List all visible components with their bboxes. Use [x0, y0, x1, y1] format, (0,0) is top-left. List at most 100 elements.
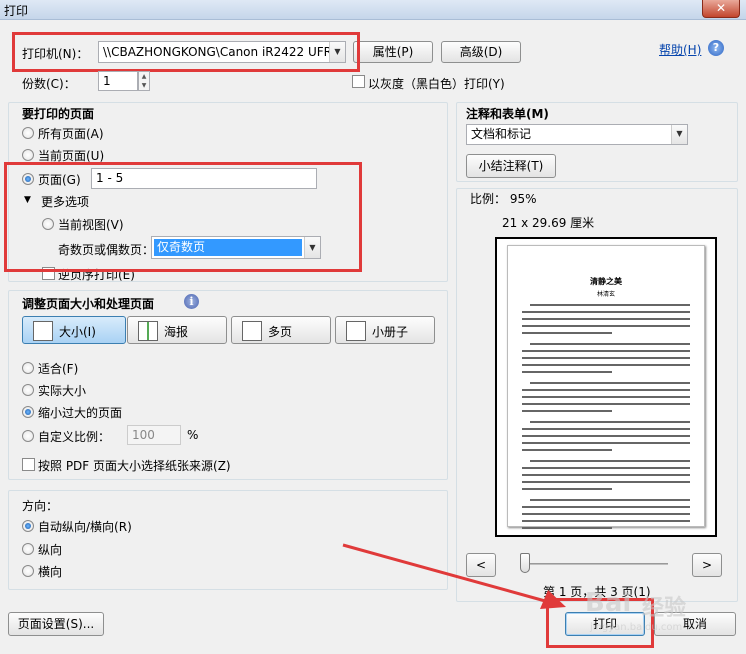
- close-button[interactable]: ✕: [702, 0, 740, 18]
- prev-page-button[interactable]: <: [466, 553, 496, 577]
- help-icon[interactable]: ?: [708, 40, 724, 56]
- preview-text-line: [522, 481, 690, 483]
- percent-label: %: [187, 428, 199, 442]
- preview-text-line: [530, 460, 690, 462]
- pages-heading: 要打印的页面: [22, 107, 95, 121]
- auto-orientation-label: 自动纵向/横向(R): [38, 520, 132, 534]
- booklet-tile[interactable]: 小册子: [335, 316, 435, 344]
- annotation-box-pages: [4, 162, 362, 272]
- fit-radio[interactable]: [22, 362, 34, 374]
- copies-input[interactable]: 1: [98, 71, 138, 91]
- page-slider-thumb[interactable]: [520, 553, 530, 573]
- preview-text-line: [530, 343, 690, 345]
- preview-text-line: [530, 304, 690, 306]
- preview-text-line: [522, 318, 690, 320]
- custom-scale-label: 自定义比例：: [38, 430, 111, 444]
- preview-text-line: [522, 389, 690, 391]
- comments-select[interactable]: 文档和标记 ▼: [466, 124, 688, 145]
- preview-text-line: [522, 428, 690, 430]
- summarize-comments-button[interactable]: 小结注释(T): [466, 154, 556, 178]
- paper-source-label: 按照 PDF 页面大小选择纸张来源(Z): [38, 459, 231, 473]
- copies-label: 份数(C)：: [22, 77, 76, 91]
- preview-text-line: [522, 364, 690, 366]
- preview-text-line: [522, 467, 690, 469]
- preview-text-line: [522, 520, 690, 522]
- preview-text-line: [522, 435, 690, 437]
- preview-page: 清静之美 林清玄: [507, 245, 705, 529]
- info-icon[interactable]: i: [184, 294, 199, 309]
- booklet-tile-label: 小册子: [372, 325, 409, 339]
- poster-tile[interactable]: 海报: [127, 316, 227, 344]
- preview-text-line: [522, 311, 690, 313]
- all-pages-label: 所有页面(A): [38, 127, 104, 141]
- portrait-radio[interactable]: [22, 543, 34, 555]
- preview-text-line: [530, 382, 690, 384]
- watermark-brand: Bai: [585, 588, 632, 618]
- preview-text-line: [522, 449, 612, 451]
- poster-icon: [138, 321, 158, 341]
- portrait-label: 纵向: [38, 543, 63, 557]
- watermark-brand-2: 经验: [642, 596, 687, 621]
- resize-arrows-icon: [33, 321, 53, 341]
- watermark-url: jingyan.baidu.com: [590, 622, 683, 633]
- preview-text-line: [522, 332, 612, 334]
- page-setup-button[interactable]: 页面设置(S)...: [8, 612, 104, 636]
- landscape-radio[interactable]: [22, 565, 34, 577]
- orientation-group: [8, 490, 448, 590]
- properties-button[interactable]: 属性(P): [353, 41, 433, 63]
- multiple-pages-icon: [242, 321, 262, 341]
- all-pages-radio[interactable]: [22, 127, 34, 139]
- comments-heading: 注释和表单(M): [466, 107, 549, 121]
- page-slider-track[interactable]: [520, 563, 668, 565]
- chevron-down-icon: ▼: [671, 125, 687, 144]
- preview-text-line: [522, 474, 690, 476]
- custom-scale-value: 100: [132, 428, 155, 442]
- preview-text-line: [530, 499, 690, 501]
- size-tile[interactable]: 大小(I): [22, 316, 126, 344]
- current-page-radio[interactable]: [22, 149, 34, 161]
- scale-label: 比例： 95%: [470, 192, 537, 206]
- preview-text-line: [522, 513, 690, 515]
- actual-size-radio[interactable]: [22, 384, 34, 396]
- shrink-oversized-radio[interactable]: [22, 406, 34, 418]
- auto-orientation-radio[interactable]: [22, 520, 34, 532]
- sizing-heading: 调整页面大小和处理页面: [22, 297, 155, 311]
- preview-text-line: [522, 396, 690, 398]
- orientation-heading: 方向：: [22, 499, 59, 513]
- title-bar: 打印 ✕: [0, 0, 746, 20]
- preview-text-line: [522, 488, 612, 490]
- copies-value: 1: [103, 74, 111, 88]
- paper-source-checkbox[interactable]: [22, 458, 35, 471]
- preview-frame: 清静之美 林清玄: [495, 237, 717, 537]
- actual-size-label: 实际大小: [38, 384, 87, 398]
- advanced-button[interactable]: 高级(D): [441, 41, 521, 63]
- preview-text-line: [522, 371, 612, 373]
- preview-text-line: [522, 506, 690, 508]
- multiple-tile-label: 多页: [268, 325, 293, 339]
- copies-spinner[interactable]: ▲ ▼: [138, 71, 150, 91]
- paper-size-label: 21 x 29.69 厘米: [502, 216, 595, 230]
- preview-doc-title: 清静之美: [590, 277, 622, 286]
- landscape-label: 横向: [38, 565, 63, 579]
- multiple-tile[interactable]: 多页: [231, 316, 331, 344]
- preview-doc-author: 林清玄: [596, 291, 615, 298]
- preview-text-line: [522, 527, 612, 529]
- help-link[interactable]: 帮助(H): [659, 41, 701, 58]
- comments-value: 文档和标记: [471, 127, 532, 141]
- preview-text-line: [522, 403, 690, 405]
- next-page-button[interactable]: >: [692, 553, 722, 577]
- window-title: 打印: [4, 4, 29, 18]
- preview-text-line: [522, 442, 690, 444]
- close-icon: ✕: [715, 1, 727, 15]
- preview-text-line: [522, 357, 690, 359]
- preview-text-line: [522, 350, 690, 352]
- booklet-icon: [346, 321, 366, 341]
- custom-scale-radio[interactable]: [22, 430, 34, 442]
- grayscale-label: 以灰度（黑白色）打印(Y): [368, 77, 505, 91]
- preview-text-line: [522, 325, 690, 327]
- size-tile-label: 大小(I): [59, 325, 96, 339]
- preview-text-line: [522, 410, 612, 412]
- fit-label: 适合(F): [38, 362, 79, 376]
- grayscale-checkbox[interactable]: [352, 75, 365, 88]
- custom-scale-input[interactable]: 100: [127, 425, 181, 445]
